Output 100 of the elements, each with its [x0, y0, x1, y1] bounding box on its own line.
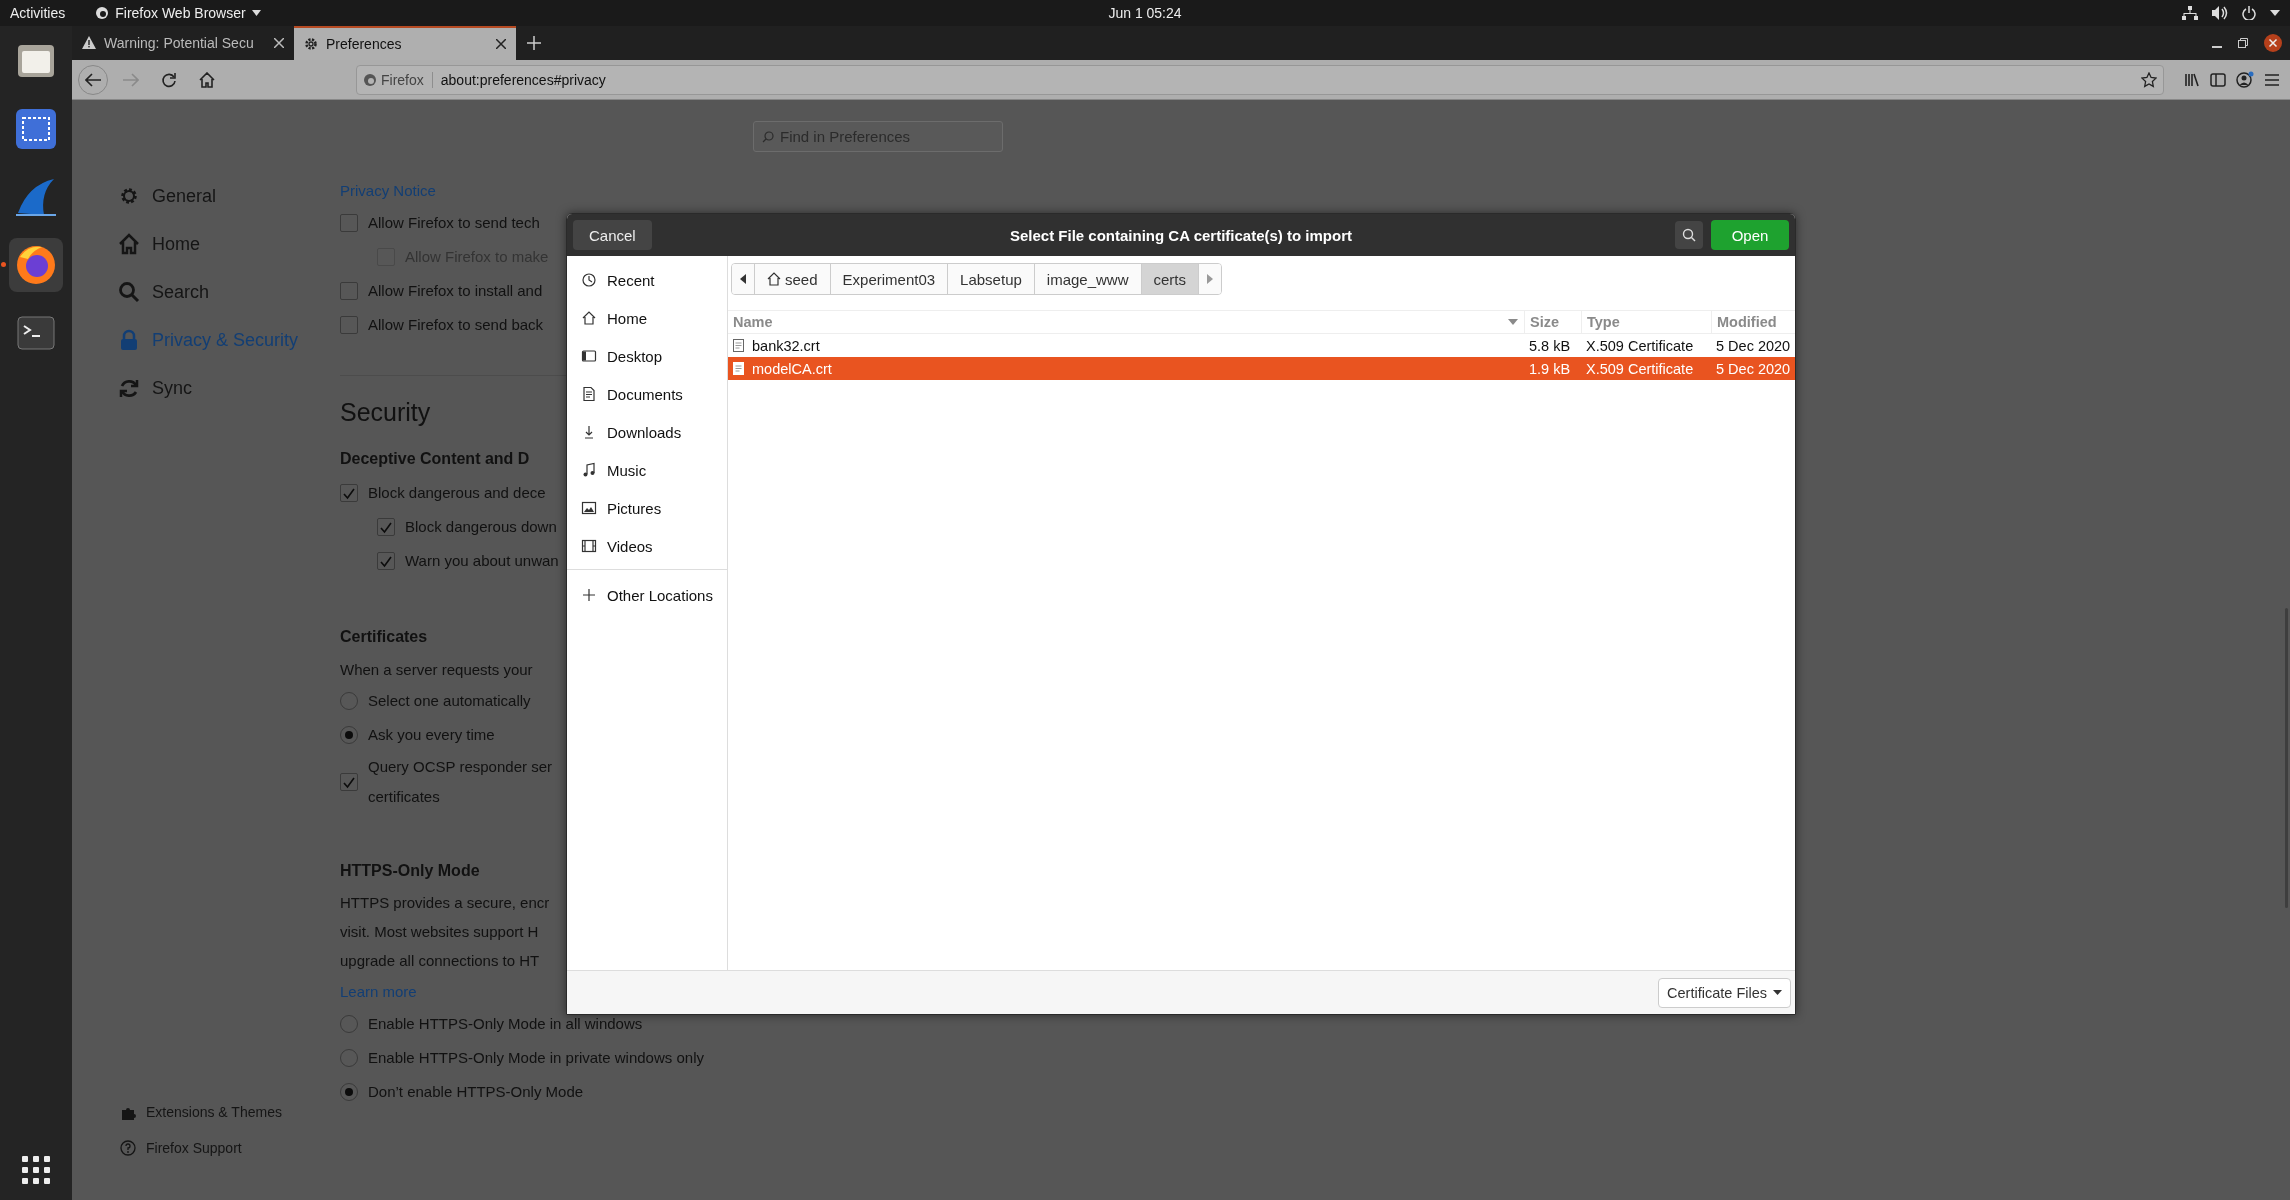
place-item[interactable]: Music: [567, 451, 727, 489]
network-icon[interactable]: [2182, 6, 2198, 20]
url-text: about:preferences#privacy: [440, 71, 607, 88]
menu-icon[interactable]: [2264, 72, 2280, 87]
checkbox[interactable]: [377, 518, 395, 536]
left-triangle-icon: [740, 274, 746, 284]
radio-button[interactable]: [340, 1083, 358, 1101]
radio-button[interactable]: [340, 726, 358, 744]
filter-dropdown[interactable]: Certificate Files: [1658, 977, 1791, 1008]
radio-button[interactable]: [340, 1049, 358, 1067]
lock-icon: [118, 329, 140, 351]
file-date: 5 Dec 2020: [1715, 360, 1792, 377]
star-icon[interactable]: [2141, 71, 2157, 88]
path-button[interactable]: image_www: [1034, 264, 1142, 294]
description-text: HTTPS provides a secure, encr visit. Most websites support H upgrade all connections to HT: [340, 893, 550, 971]
app-grid-icon: [22, 1156, 50, 1184]
checkbox[interactable]: [377, 552, 395, 570]
power-icon[interactable]: [2242, 6, 2256, 20]
clock[interactable]: Jun 1 05:24: [1108, 5, 1182, 21]
dialog-title: Select File containing CA certificate(s) to import: [1010, 226, 1352, 244]
cancel-button[interactable]: Cancel: [573, 220, 652, 250]
path-button[interactable]: Experiment03: [830, 264, 949, 294]
home-icon: [199, 71, 215, 88]
place-item[interactable]: Home: [567, 299, 727, 337]
place-item[interactable]: Downloads: [567, 413, 727, 451]
place-item[interactable]: Other Locations: [567, 576, 727, 614]
right-triangle-icon: [1207, 274, 1214, 284]
checkbox[interactable]: [340, 316, 358, 334]
scroll-left-button[interactable]: [732, 264, 755, 294]
library-icon[interactable]: [2184, 71, 2200, 88]
forward-arrow-icon: [123, 72, 139, 87]
restore-icon: [2238, 38, 2248, 48]
identity-button[interactable]: Firefox: [363, 71, 433, 88]
plus-icon: [527, 36, 541, 50]
checkbox[interactable]: [340, 484, 358, 502]
account-icon[interactable]: [2236, 70, 2254, 89]
reload-icon: [161, 71, 177, 88]
section-subheading: Deceptive Content and D: [340, 449, 530, 469]
section-subheading: Certificates: [340, 627, 428, 647]
address-bar[interactable]: Firefox about:preferences#privacy: [356, 64, 2164, 95]
search-button[interactable]: [1675, 221, 1703, 249]
place-item[interactable]: Documents: [567, 375, 727, 413]
checkbox-label: Allow Firefox to install and: [368, 281, 543, 301]
path-button[interactable]: Labsetup: [948, 264, 1035, 294]
radio-label: Enable HTTPS-Only Mode in private windows only: [368, 1048, 704, 1068]
radio-button[interactable]: [340, 1015, 358, 1033]
file-name: modelCA.crt: [752, 360, 832, 377]
file-row[interactable]: modelCA.crt 1.9 kB X.509 Certificate 5 Dec 2020: [728, 357, 1795, 380]
path-button[interactable]: seed: [755, 264, 831, 294]
scroll-right-button[interactable]: [1199, 264, 1222, 294]
close-button[interactable]: [2264, 34, 2282, 52]
radio-label: Ask you every time: [368, 725, 495, 745]
search-icon: [762, 131, 774, 143]
place-item[interactable]: Videos: [567, 527, 727, 565]
browser-tab[interactable]: Preferences: [294, 26, 516, 60]
file-row[interactable]: bank32.crt 5.8 kB X.509 Certificate 5 Dec 2020: [728, 334, 1795, 357]
radio-label: Enable HTTPS-Only Mode in all windows: [368, 1014, 643, 1034]
back-arrow-icon: [85, 72, 101, 87]
browser-tab[interactable]: Warning: Potential Secu: [72, 26, 294, 60]
close-icon[interactable]: [274, 38, 284, 48]
checkbox-label: Allow Firefox to send tech: [368, 213, 540, 233]
close-icon[interactable]: [496, 39, 506, 49]
checkmark-icon: [379, 520, 393, 534]
checkmark-icon: [342, 775, 356, 789]
volume-icon[interactable]: [2212, 6, 2228, 20]
file-icon: [733, 362, 744, 375]
checkbox[interactable]: [340, 773, 358, 791]
checkbox-label: Block dangerous down: [405, 517, 557, 537]
running-indicator: [1, 262, 6, 267]
checkmark-icon: [379, 554, 393, 568]
place-item[interactable]: Desktop: [567, 337, 727, 375]
checkbox[interactable]: [340, 282, 358, 300]
sort-caret-icon: [1508, 319, 1518, 325]
minimize-icon: [2212, 46, 2222, 48]
app-grid-button[interactable]: [22, 1156, 50, 1184]
caret-icon[interactable]: [2270, 10, 2280, 16]
place-item[interactable]: Recent: [567, 261, 727, 299]
screenshot-icon: [14, 107, 58, 151]
path-button[interactable]: certs: [1141, 264, 1200, 294]
checkbox[interactable]: [340, 214, 358, 232]
search-icon: [118, 281, 140, 303]
radio-button[interactable]: [340, 692, 358, 710]
activities-button[interactable]: Activities: [10, 5, 66, 21]
restore-button[interactable]: [2238, 38, 2248, 48]
film-icon: [581, 538, 597, 554]
file-icon: [733, 339, 744, 352]
browser-icon: [363, 72, 377, 87]
section-subheading: HTTPS-Only Mode: [340, 861, 480, 881]
sidebar-icon[interactable]: [2210, 71, 2226, 88]
section-heading: Security: [340, 396, 431, 428]
home-icon: [581, 310, 597, 326]
app-menu[interactable]: Firefox Web Browser: [95, 5, 261, 21]
radio-label: Don’t enable HTTPS-Only Mode: [368, 1082, 584, 1102]
description-text: When a server requests your: [340, 659, 533, 680]
place-item[interactable]: Pictures: [567, 489, 727, 527]
checkbox-label: Block dangerous and dece: [368, 483, 546, 503]
file-name: bank32.crt: [752, 337, 820, 354]
monitor-icon: [581, 348, 597, 364]
home-icon: [767, 272, 781, 286]
sync-icon: [118, 377, 140, 399]
